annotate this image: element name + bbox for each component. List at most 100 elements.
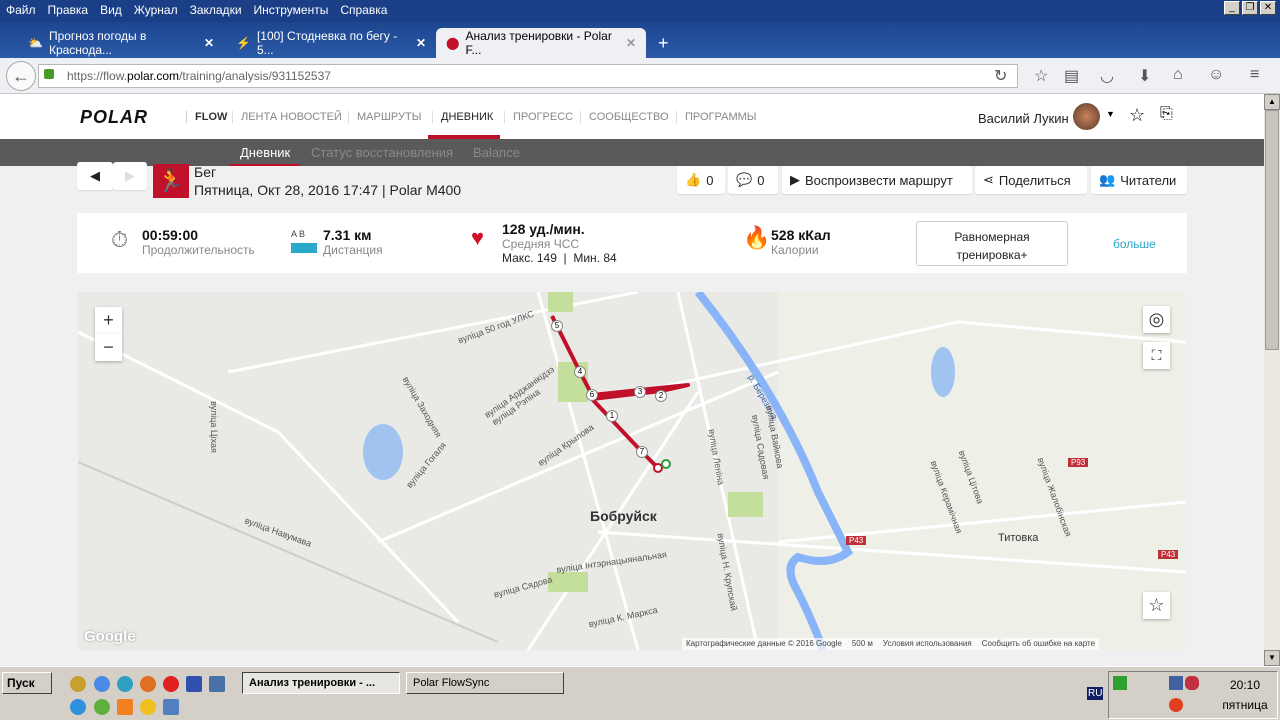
back-button[interactable]: ←: [6, 61, 36, 91]
menu-view[interactable]: Вид: [94, 0, 128, 20]
network-icon[interactable]: [1169, 676, 1183, 690]
menu-history[interactable]: Журнал: [128, 0, 184, 20]
terms-link[interactable]: Условия использования: [883, 639, 972, 649]
more-link[interactable]: больше: [1113, 237, 1156, 251]
route-map[interactable]: 1 2 3 4 5 6 7 Бобруйск Титовка р. Берези…: [78, 292, 1186, 650]
restore-button[interactable]: ❐: [1242, 1, 1258, 15]
comment-button[interactable]: 💬 0: [728, 166, 778, 194]
active-subnav-indicator: [230, 164, 300, 166]
minimize-button[interactable]: _: [1224, 1, 1240, 15]
zoom-out-button[interactable]: −: [95, 334, 122, 361]
menu-bookmarks[interactable]: Закладки: [184, 0, 248, 20]
chat-icon[interactable]: ☺: [1208, 66, 1224, 84]
avatar[interactable]: [1073, 103, 1100, 130]
nav-news[interactable]: ЛЕНТА НОВОСТЕЙ: [232, 111, 350, 123]
user-dropdown-icon[interactable]: ▼: [1106, 109, 1115, 119]
bookmark-star-icon[interactable]: ☆: [1034, 66, 1048, 86]
km-marker: 6: [586, 389, 598, 401]
like-button[interactable]: 👍 0: [677, 166, 725, 194]
km-marker: 4: [574, 366, 586, 378]
km-marker: 2: [655, 390, 667, 402]
save-icon[interactable]: [186, 676, 202, 692]
quicklaunch-icon[interactable]: [70, 676, 86, 692]
download-icon[interactable]: ⬇: [1138, 66, 1151, 86]
antivirus-icon[interactable]: [1185, 676, 1199, 690]
notifications-icon[interactable]: ⎘: [1160, 105, 1173, 123]
favorites-star-icon[interactable]: ☆: [1129, 105, 1145, 126]
ie-icon[interactable]: [70, 699, 86, 715]
tray-icon[interactable]: [1113, 676, 1127, 690]
scroll-up-button[interactable]: ▲: [1264, 94, 1280, 110]
hr-label: Средняя ЧСС: [502, 237, 580, 251]
media-player-icon[interactable]: [140, 699, 156, 715]
odnoklassniki-icon[interactable]: [117, 699, 133, 715]
replay-route-button[interactable]: ▶ Воспроизвести маршрут: [782, 166, 972, 194]
user-name[interactable]: Василий Лукин: [978, 111, 1069, 126]
nav-bar: ← https://flow.polar.com/training/analys…: [0, 58, 1280, 94]
close-tab-icon[interactable]: ✕: [626, 36, 636, 50]
menu-tools[interactable]: Инструменты: [248, 0, 335, 20]
zoom-in-button[interactable]: +: [95, 307, 122, 334]
language-indicator[interactable]: RU: [1087, 687, 1104, 700]
tray-icon[interactable]: [1169, 698, 1183, 712]
vertical-scrollbar[interactable]: ▲ ▼: [1264, 94, 1280, 666]
next-training-button[interactable]: ▶: [113, 162, 147, 190]
menu-file[interactable]: Файл: [0, 0, 42, 20]
url-input[interactable]: https://flow.polar.com/training/analysis…: [38, 64, 1018, 88]
prev-training-button[interactable]: ◀: [77, 162, 113, 190]
locate-icon[interactable]: ◎: [1143, 306, 1170, 333]
reload-icon[interactable]: ↻: [994, 66, 1007, 86]
firefox-icon[interactable]: [140, 676, 156, 692]
start-marker: [661, 459, 671, 469]
report-link[interactable]: Сообщить об ошибке на карте: [982, 639, 1095, 649]
nav-community[interactable]: СООБЩЕСТВО: [580, 111, 677, 123]
vk-icon[interactable]: [209, 676, 225, 692]
quicklaunch-icon[interactable]: [117, 676, 133, 692]
road-sign: P93: [1068, 458, 1089, 467]
duration-label: Продолжительность: [142, 243, 255, 257]
km-marker: 1: [606, 410, 618, 422]
hr-minmax: Макс. 149 | Мин. 84: [502, 251, 617, 265]
subnav-diary[interactable]: Дневник: [240, 145, 290, 160]
nav-routes[interactable]: МАРШРУТЫ: [348, 111, 429, 123]
close-tab-icon[interactable]: ✕: [204, 36, 214, 50]
reading-list-icon[interactable]: ▤: [1064, 66, 1079, 86]
readers-button[interactable]: 👥 Читатели: [1091, 166, 1187, 194]
fullscreen-icon[interactable]: ⛶: [1143, 342, 1170, 369]
play-icon: ▶: [790, 172, 800, 187]
pocket-icon[interactable]: ◡: [1100, 66, 1114, 86]
globe-icon[interactable]: [94, 699, 110, 715]
menu-edit[interactable]: Правка: [42, 0, 95, 20]
opera-icon[interactable]: [163, 676, 179, 692]
share-button[interactable]: ⋖ Поделиться: [975, 166, 1087, 194]
tab-running[interactable]: ⚡ [100] Стодневка по бегу - 5... ✕: [226, 28, 436, 58]
training-benefit-button[interactable]: Равномерная тренировка+: [916, 221, 1068, 266]
close-tab-icon[interactable]: ✕: [416, 36, 426, 50]
close-window-button[interactable]: ✕: [1260, 1, 1276, 15]
tab-polar[interactable]: ⬤ Анализ тренировки - Polar F... ✕: [436, 28, 646, 58]
duration-value: 00:59:00: [142, 227, 199, 243]
scroll-down-button[interactable]: ▼: [1264, 650, 1280, 666]
tab-bar: ⛅ Прогноз погоды в Краснода... ✕ ⚡ [100] Ст…: [0, 22, 1280, 58]
nav-progress[interactable]: ПРОГРЕСС: [504, 111, 581, 123]
tab-weather[interactable]: ⛅ Прогноз погоды в Краснода... ✕: [18, 28, 224, 58]
hamburger-menu-icon[interactable]: ≡: [1250, 66, 1259, 84]
start-button[interactable]: Пуск: [2, 672, 52, 694]
polar-logo[interactable]: POLAR: [80, 107, 148, 128]
nav-diary[interactable]: ДНЕВНИК: [432, 111, 501, 123]
quicklaunch-icon[interactable]: [163, 699, 179, 715]
menu-help[interactable]: Справка: [334, 0, 393, 20]
favorite-route-star-icon[interactable]: ☆: [1143, 592, 1170, 619]
people-icon: 👥: [1099, 172, 1116, 187]
subnav-balance[interactable]: Balance: [473, 145, 520, 160]
subnav-recovery[interactable]: Статус восстановления: [311, 145, 453, 160]
scroll-thumb[interactable]: [1265, 110, 1279, 350]
training-summary: ⏱ 00:59:00 Продолжительность A B 7.31 км…: [77, 213, 1187, 273]
new-tab-button[interactable]: +: [648, 28, 679, 58]
scale-bar: 500 м: [851, 639, 873, 648]
taskbar-firefox[interactable]: Анализ тренировки - ...: [242, 672, 400, 694]
chrome-icon[interactable]: [94, 676, 110, 692]
home-icon[interactable]: ⌂: [1173, 66, 1183, 84]
taskbar-flowsync[interactable]: Polar FlowSync: [406, 672, 564, 694]
nav-programs[interactable]: ПРОГРАММЫ: [676, 111, 765, 123]
